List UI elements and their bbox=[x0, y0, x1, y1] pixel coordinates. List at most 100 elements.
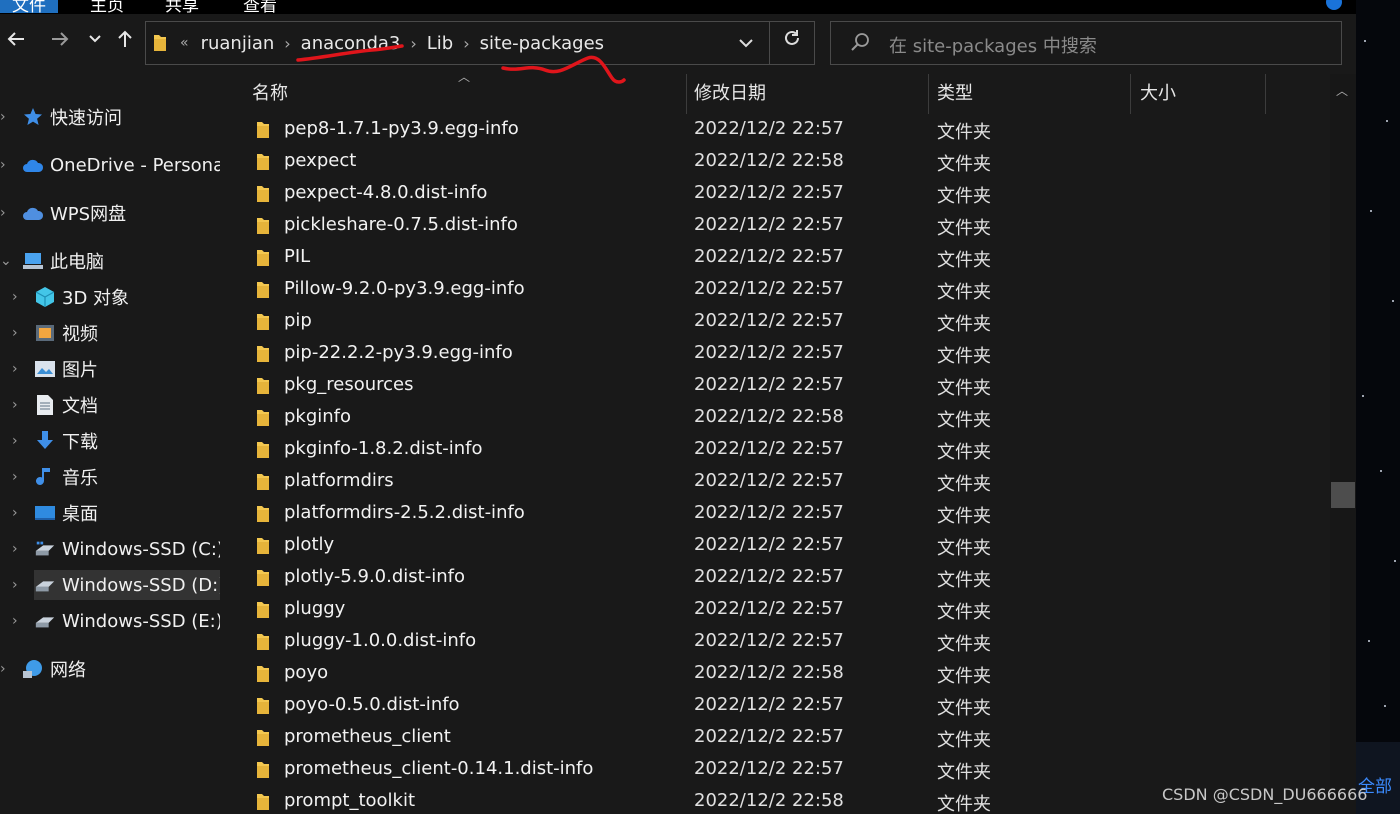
chevron-right-icon[interactable]: › bbox=[12, 289, 18, 305]
table-row[interactable]: pkg_resources 2022/12/2 22:57 文件夹 bbox=[222, 370, 1330, 402]
sidebar-item-drive-c[interactable]: › Windows-SSD (C:) bbox=[12, 534, 220, 564]
scrollbar-thumb[interactable] bbox=[1331, 482, 1355, 508]
chevron-down-icon[interactable]: ⌄ bbox=[0, 253, 12, 269]
sidebar-item-wps-drive[interactable]: › WPS网盘 bbox=[0, 198, 126, 228]
tab-home[interactable]: 主页 bbox=[90, 0, 124, 14]
table-row[interactable]: prometheus_client 2022/12/2 22:57 文件夹 bbox=[222, 722, 1330, 754]
table-row[interactable]: platformdirs-2.5.2.dist-info 2022/12/2 22… bbox=[222, 498, 1330, 530]
sidebar-item-label: 快速访问 bbox=[50, 108, 122, 129]
table-row[interactable]: pexpect-4.8.0.dist-info 2022/12/2 22:57 文件… bbox=[222, 178, 1330, 210]
sidebar-item-drive-d[interactable]: › Windows-SSD (D:) bbox=[12, 570, 220, 600]
refresh-button[interactable] bbox=[769, 22, 814, 64]
back-button[interactable] bbox=[4, 28, 28, 58]
table-row[interactable]: pluggy 2022/12/2 22:57 文件夹 bbox=[222, 594, 1330, 626]
column-header-modified[interactable]: 修改日期 bbox=[694, 74, 766, 114]
help-icon[interactable] bbox=[1326, 0, 1342, 10]
folder-icon bbox=[257, 506, 269, 522]
column-divider[interactable] bbox=[928, 74, 929, 114]
folder-icon bbox=[257, 602, 269, 618]
breadcrumb-separator[interactable]: › bbox=[284, 34, 290, 53]
sidebar-item-pictures[interactable]: › 图片 bbox=[12, 354, 98, 384]
chevron-right-icon[interactable]: › bbox=[12, 469, 18, 485]
star-dot bbox=[1380, 470, 1382, 472]
breadcrumb-separator[interactable]: › bbox=[463, 34, 469, 53]
tab-view[interactable]: 查看 bbox=[243, 0, 277, 14]
chevron-right-icon[interactable]: › bbox=[0, 205, 6, 221]
file-name: pip-22.2.2-py3.9.egg-info bbox=[284, 342, 513, 363]
recent-locations-button[interactable] bbox=[86, 28, 104, 58]
sidebar-item-3d-objects[interactable]: › 3D 对象 bbox=[12, 282, 129, 312]
sidebar-item-onedrive[interactable]: › OneDrive - Personal bbox=[0, 150, 220, 180]
column-header-size[interactable]: 大小 bbox=[1140, 74, 1176, 114]
table-row[interactable]: pkginfo 2022/12/2 22:58 文件夹 bbox=[222, 402, 1330, 434]
breadcrumb-lib[interactable]: Lib bbox=[427, 33, 453, 54]
table-row[interactable]: Pillow-9.2.0-py3.9.egg-info 2022/12/2 22:… bbox=[222, 274, 1330, 306]
table-row[interactable]: PIL 2022/12/2 22:57 文件夹 bbox=[222, 242, 1330, 274]
table-row[interactable]: platformdirs 2022/12/2 22:57 文件夹 bbox=[222, 466, 1330, 498]
sidebar-item-downloads[interactable]: › 下载 bbox=[12, 426, 98, 456]
vertical-scrollbar[interactable]: ︿ bbox=[1330, 74, 1356, 814]
table-row[interactable]: poyo-0.5.0.dist-info 2022/12/2 22:57 文件夹 bbox=[222, 690, 1330, 722]
search-box[interactable]: 在 site-packages 中搜索 bbox=[830, 21, 1342, 65]
cloud-icon bbox=[22, 154, 44, 176]
sidebar-item-documents[interactable]: › 文档 bbox=[12, 390, 98, 420]
table-row[interactable]: pluggy-1.0.0.dist-info 2022/12/2 22:57 文件夹 bbox=[222, 626, 1330, 658]
table-row[interactable]: pkginfo-1.8.2.dist-info 2022/12/2 22:57 文件… bbox=[222, 434, 1330, 466]
column-divider[interactable] bbox=[1265, 74, 1266, 114]
table-row[interactable]: prometheus_client-0.14.1.dist-info 2022/1… bbox=[222, 754, 1330, 786]
file-type: 文件夹 bbox=[937, 218, 991, 239]
sidebar-item-videos[interactable]: › 视频 bbox=[12, 318, 98, 348]
chevron-right-icon[interactable]: › bbox=[12, 541, 18, 557]
column-header-type[interactable]: 类型 bbox=[937, 74, 973, 114]
chevron-right-icon[interactable]: › bbox=[12, 505, 18, 521]
chevron-right-icon[interactable]: › bbox=[0, 157, 6, 173]
chevron-right-icon[interactable]: › bbox=[12, 325, 18, 341]
chevron-right-icon[interactable]: › bbox=[12, 613, 18, 629]
forward-button[interactable] bbox=[48, 28, 72, 58]
sidebar-item-label: 图片 bbox=[62, 360, 98, 381]
table-row[interactable]: pep8-1.7.1-py3.9.egg-info 2022/12/2 22:57… bbox=[222, 114, 1330, 146]
chevron-right-icon[interactable]: › bbox=[0, 109, 6, 125]
address-dropdown-button[interactable] bbox=[738, 32, 754, 56]
breadcrumb-site-packages[interactable]: site-packages bbox=[480, 33, 604, 54]
file-type: 文件夹 bbox=[937, 602, 991, 623]
breadcrumb-overflow[interactable]: « bbox=[180, 35, 189, 51]
up-button[interactable] bbox=[114, 28, 136, 58]
sidebar-item-network[interactable]: › 网络 bbox=[0, 654, 86, 684]
scroll-up-icon[interactable]: ︿ bbox=[1336, 82, 1348, 99]
column-divider[interactable] bbox=[1130, 74, 1131, 114]
computer-icon bbox=[22, 250, 44, 272]
chevron-right-icon[interactable]: › bbox=[12, 433, 18, 449]
table-row[interactable]: pickleshare-0.7.5.dist-info 2022/12/2 22:… bbox=[222, 210, 1330, 242]
sidebar-item-music[interactable]: › 音乐 bbox=[12, 462, 98, 492]
breadcrumb-separator[interactable]: › bbox=[410, 34, 416, 53]
drive-icon bbox=[34, 538, 56, 560]
chevron-right-icon[interactable]: › bbox=[12, 397, 18, 413]
breadcrumb-ruanjian[interactable]: ruanjian bbox=[201, 33, 275, 54]
tab-share[interactable]: 共享 bbox=[165, 0, 199, 14]
file-type: 文件夹 bbox=[937, 474, 991, 495]
sidebar-item-this-pc[interactable]: ⌄ 此电脑 bbox=[0, 246, 104, 276]
folder-icon bbox=[257, 666, 269, 682]
tab-file[interactable]: 文件 bbox=[0, 0, 58, 14]
chevron-right-icon[interactable]: › bbox=[12, 577, 18, 593]
file-modified: 2022/12/2 22:57 bbox=[694, 566, 844, 587]
chevron-right-icon[interactable]: › bbox=[12, 361, 18, 377]
sidebar-item-desktop[interactable]: › 桌面 bbox=[12, 498, 98, 528]
sidebar-item-label: 网络 bbox=[50, 660, 86, 681]
cube-icon bbox=[34, 286, 56, 308]
column-header-name[interactable]: 名称 bbox=[252, 74, 288, 114]
table-row[interactable]: pexpect 2022/12/2 22:58 文件夹 bbox=[222, 146, 1330, 178]
table-row[interactable]: poyo 2022/12/2 22:58 文件夹 bbox=[222, 658, 1330, 690]
table-row[interactable]: plotly-5.9.0.dist-info 2022/12/2 22:57 文件夹 bbox=[222, 562, 1330, 594]
sidebar-item-quick-access[interactable]: › 快速访问 bbox=[0, 102, 122, 132]
table-row[interactable]: pip-22.2.2-py3.9.egg-info 2022/12/2 22:57… bbox=[222, 338, 1330, 370]
file-modified: 2022/12/2 22:57 bbox=[694, 502, 844, 523]
table-row[interactable]: plotly 2022/12/2 22:57 文件夹 bbox=[222, 530, 1330, 562]
chevron-right-icon[interactable]: › bbox=[0, 661, 6, 677]
sidebar-item-drive-e[interactable]: › Windows-SSD (E:) bbox=[12, 606, 220, 636]
column-divider[interactable] bbox=[686, 74, 687, 114]
address-bar[interactable]: « ruanjian › anaconda3 › Lib › site-pack… bbox=[145, 21, 815, 65]
table-row[interactable]: pip 2022/12/2 22:57 文件夹 bbox=[222, 306, 1330, 338]
breadcrumb-anaconda3[interactable]: anaconda3 bbox=[301, 33, 401, 54]
